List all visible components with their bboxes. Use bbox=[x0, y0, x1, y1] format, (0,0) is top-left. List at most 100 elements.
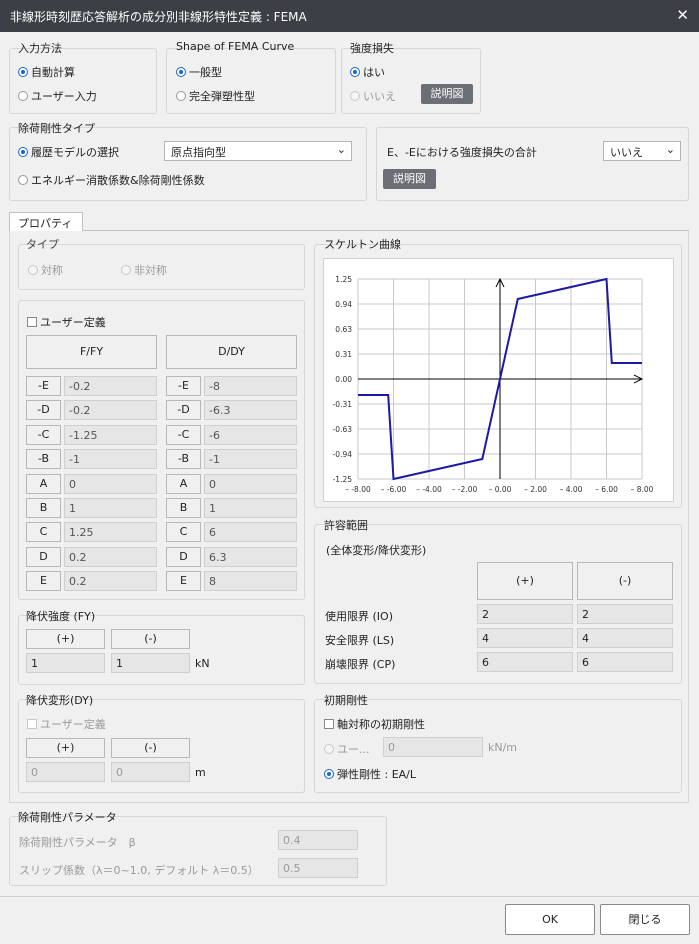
ddy-row-key: -B bbox=[166, 449, 201, 469]
strength-loss-title: 強度損失 bbox=[350, 42, 394, 55]
strength-loss-yes-radio[interactable]: はい bbox=[350, 64, 385, 80]
type-asymmetric-radio[interactable]: 非対称 bbox=[121, 262, 167, 278]
ffy-row-value[interactable]: -0.2 bbox=[64, 376, 157, 396]
ffy-row-value[interactable]: -1.25 bbox=[64, 425, 157, 445]
fema-shape-general-radio[interactable]: 一般型 bbox=[176, 64, 222, 80]
ddy-row-value[interactable]: 8 bbox=[204, 571, 297, 591]
ddy-row-key: -D bbox=[166, 400, 201, 420]
initial-stiffness-user-field[interactable]: 0 bbox=[383, 737, 483, 757]
tab-properties-label: プロパティ bbox=[18, 217, 73, 230]
yield-deform-plus-header: (+) bbox=[26, 738, 105, 758]
checkbox-icon bbox=[324, 719, 334, 729]
ffy-row-key: C bbox=[26, 522, 61, 542]
strength-loss-sum-select[interactable]: いいえ ⌄ bbox=[603, 141, 681, 161]
yield-strength-minus-field[interactable]: 1 bbox=[111, 653, 190, 673]
initial-stiffness-user-radio[interactable]: ユー... bbox=[324, 741, 370, 757]
acceptance-plus-field[interactable]: 2 bbox=[477, 604, 573, 624]
energy-radio[interactable]: エネルギー消散係数&除荷剛性係数 bbox=[18, 172, 205, 188]
beta-field[interactable]: 0.4 bbox=[278, 830, 358, 850]
acceptance-plus-field[interactable]: 4 bbox=[477, 628, 573, 648]
ffy-row-value[interactable]: -0.2 bbox=[64, 400, 157, 420]
y-tick-label: 0.94 bbox=[335, 300, 352, 309]
yield-strength-group bbox=[18, 615, 305, 685]
fema-shape-perfect-radio[interactable]: 完全弾塑性型 bbox=[176, 88, 255, 104]
ddy-row-value[interactable]: -8 bbox=[204, 376, 297, 396]
ddy-row-value[interactable]: -1 bbox=[204, 449, 297, 469]
ffy-row-value[interactable]: 1.25 bbox=[64, 522, 157, 542]
acceptance-plus-field[interactable]: 6 bbox=[477, 652, 573, 672]
ddy-row-value[interactable]: 1 bbox=[204, 498, 297, 518]
ffy-row-key: E bbox=[26, 571, 61, 591]
axisym-checkbox[interactable]: 軸対称の初期剛性 bbox=[324, 716, 425, 732]
yield-strength-plus-field[interactable]: 1 bbox=[26, 653, 105, 673]
beta-label: 除荷剛性パラメータ β bbox=[19, 836, 136, 849]
yield-deform-minus-field[interactable]: 0 bbox=[111, 762, 190, 782]
ddy-row-key: C bbox=[166, 522, 201, 542]
y-tick-label: -0.94 bbox=[333, 450, 353, 459]
acceptance-minus-field[interactable]: 2 bbox=[577, 604, 673, 624]
yield-deform-plus-field[interactable]: 0 bbox=[26, 762, 105, 782]
ddy-row-value[interactable]: 0 bbox=[204, 474, 297, 494]
radio-selected-icon bbox=[18, 147, 28, 157]
y-tick-label: -1.25 bbox=[333, 475, 353, 484]
skeleton-chart-frame: 1.25 0.94 0.63 0.31 0.00 -0.31 -0.63 -0.94 -1.25… bbox=[323, 258, 674, 502]
x-tick-label: – 0.00 bbox=[489, 485, 512, 494]
acceptance-row-label: 使用限界 (IO) bbox=[325, 610, 393, 623]
radio-selected-icon bbox=[350, 67, 360, 77]
radio-icon bbox=[176, 91, 186, 101]
ffy-row-value[interactable]: 1 bbox=[64, 498, 157, 518]
hysteresis-select[interactable]: 原点指向型 ⌄ bbox=[164, 141, 352, 161]
input-method-user-radio[interactable]: ユーザー入力 bbox=[18, 88, 97, 104]
yield-deform-user-checkbox[interactable]: ユーザー定義 bbox=[27, 716, 106, 732]
ddy-row-key: E bbox=[166, 571, 201, 591]
strength-loss-no-radio[interactable]: いいえ bbox=[350, 88, 396, 104]
radio-icon bbox=[121, 265, 131, 275]
initial-stiffness-title: 初期剛性 bbox=[324, 694, 368, 707]
ok-button[interactable]: OK bbox=[505, 904, 595, 935]
strength-loss-sum-value: いいえ bbox=[610, 146, 643, 159]
unloading-diagram-button[interactable]: 説明図 bbox=[383, 169, 436, 189]
slip-field[interactable]: 0.5 bbox=[278, 858, 358, 878]
ddy-row-value[interactable]: -6 bbox=[204, 425, 297, 445]
ffy-row-value[interactable]: 0 bbox=[64, 474, 157, 494]
yield-strength-plus-header: (+) bbox=[26, 629, 105, 649]
yield-deform-unit: m bbox=[195, 766, 206, 779]
checkbox-icon bbox=[27, 317, 37, 327]
close-icon[interactable]: ✕ bbox=[676, 6, 689, 24]
input-method-auto-radio[interactable]: 自動計算 bbox=[18, 64, 75, 80]
hysteresis-radio[interactable]: 履歴モデルの選択 bbox=[18, 144, 119, 160]
close-button[interactable]: 閉じる bbox=[600, 904, 690, 935]
type-symmetric-radio[interactable]: 対称 bbox=[28, 262, 63, 278]
unloading-type-title: 除荷剛性タイプ bbox=[18, 122, 95, 135]
strength-loss-sum-group bbox=[376, 127, 689, 201]
user-definition-checkbox[interactable]: ユーザー定義 bbox=[27, 314, 106, 330]
strength-loss-diagram-button[interactable]: 説明図 bbox=[421, 84, 473, 104]
x-tick-label: – 8.00 bbox=[631, 485, 654, 494]
tab-properties[interactable]: プロパティ bbox=[9, 212, 83, 231]
radio-icon bbox=[324, 744, 334, 754]
x-tick-label: – 2.00 bbox=[524, 485, 547, 494]
ddy-row-key: -C bbox=[166, 425, 201, 445]
ffy-row-value[interactable]: 0.2 bbox=[64, 547, 157, 567]
yield-deform-title: 降伏変形(DY) bbox=[26, 694, 94, 707]
x-tick-label: – -4.00 bbox=[416, 485, 442, 494]
ffy-row-key: A bbox=[26, 474, 61, 494]
ffy-row-key: -E bbox=[26, 376, 61, 396]
acceptance-title: 許容範囲 bbox=[324, 519, 368, 532]
acceptance-minus-field[interactable]: 4 bbox=[577, 628, 673, 648]
acceptance-minus-header: (-) bbox=[577, 562, 673, 600]
window-title: 非線形時刻歴応答解析の成分別非線形特性定義 : FEMA bbox=[10, 10, 307, 24]
ddy-row-value[interactable]: 6 bbox=[204, 522, 297, 542]
ddy-row-key: B bbox=[166, 498, 201, 518]
ddy-row-value[interactable]: 6.3 bbox=[204, 547, 297, 567]
chevron-down-icon: ⌄ bbox=[336, 143, 346, 156]
ffy-row-key: -B bbox=[26, 449, 61, 469]
radio-icon bbox=[18, 175, 28, 185]
ddy-row-value[interactable]: -6.3 bbox=[204, 400, 297, 420]
ffy-row-value[interactable]: 0.2 bbox=[64, 571, 157, 591]
ffy-row-value[interactable]: -1 bbox=[64, 449, 157, 469]
radio-selected-icon bbox=[176, 67, 186, 77]
acceptance-minus-field[interactable]: 6 bbox=[577, 652, 673, 672]
unload-param-title: 除荷剛性パラメータ bbox=[18, 811, 117, 824]
elastic-stiffness-radio[interactable]: 弾性剛性 : EA/L bbox=[324, 766, 416, 782]
